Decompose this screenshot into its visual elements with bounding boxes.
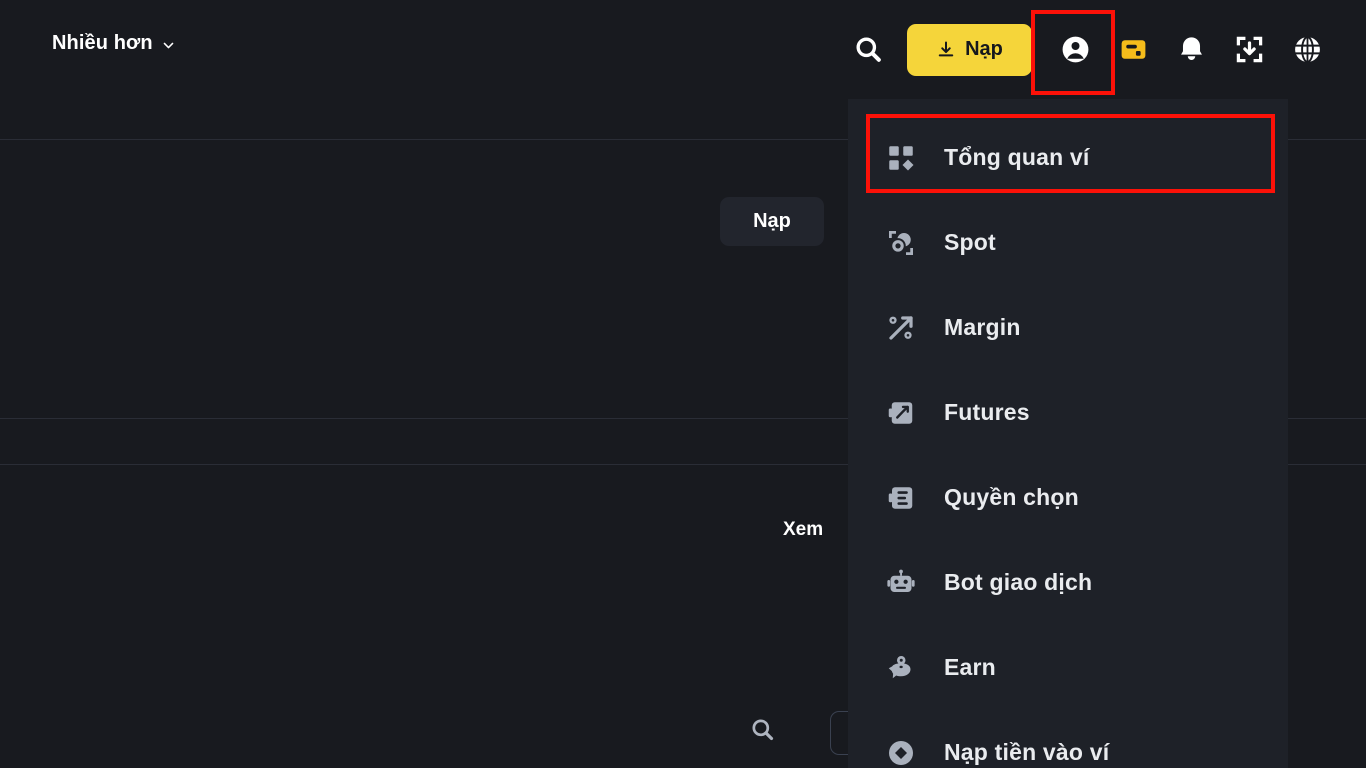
download-box-icon[interactable] [1220, 21, 1278, 79]
piggy-bank-icon [885, 652, 917, 684]
percent-arrow-icon [885, 312, 917, 344]
futures-chart-icon [885, 397, 917, 429]
top-navigation-bar: Nhiều hơn Nạp [0, 0, 1366, 99]
menu-item-label: Earn [944, 654, 996, 680]
menu-item-label: Nạp tiền vào ví [944, 739, 1110, 765]
search-icon[interactable] [839, 21, 897, 79]
download-icon [936, 40, 956, 60]
menu-item-label: Tổng quan ví [944, 144, 1090, 170]
menu-item-label: Bot giao dịch [944, 569, 1093, 595]
menu-item-spot[interactable]: Spot [848, 200, 1288, 285]
view-more-link[interactable]: Xem [783, 519, 823, 541]
deposit-button-label: Nạp [965, 38, 1003, 60]
app-root: Nạp Xem Số lượng Giá coin 0.00 Nhiều hơ [0, 0, 1366, 768]
grid-overview-icon [885, 142, 917, 174]
bell-icon[interactable] [1162, 21, 1220, 79]
user-circle-icon[interactable] [1046, 21, 1104, 79]
content-deposit-button[interactable]: Nạp [720, 197, 824, 246]
menu-item-label: Margin [944, 314, 1021, 340]
menu-item-earn[interactable]: Earn [848, 625, 1288, 710]
menu-item-label: Quyền chọn [944, 484, 1079, 510]
globe-icon[interactable] [1278, 21, 1336, 79]
menu-item-trading-bot[interactable]: Bot giao dịch [848, 540, 1288, 625]
menu-item-wallet-overview[interactable]: Tổng quan ví [848, 115, 1288, 200]
chevron-down-icon [162, 39, 175, 52]
spot-coins-icon [885, 227, 917, 259]
menu-item-deposit-to-wallet[interactable]: Nạp tiền vào ví [848, 710, 1288, 768]
menu-item-label: Futures [944, 399, 1030, 425]
menu-item-margin[interactable]: Margin [848, 285, 1288, 370]
wallet-icon[interactable] [1104, 21, 1162, 79]
menu-item-options[interactable]: Quyền chọn [848, 455, 1288, 540]
deposit-button[interactable]: Nạp [907, 23, 1032, 76]
nav-more-label: Nhiều hơn [52, 32, 153, 54]
options-e-icon [885, 482, 917, 514]
robot-icon [885, 567, 917, 599]
menu-item-futures[interactable]: Futures [848, 370, 1288, 455]
nav-more-menu[interactable]: Nhiều hơn [52, 32, 175, 55]
nav-actions: Nạp [839, 0, 1336, 99]
wallet-dropdown-menu: Tổng quan ví Spot Margin Futures Quyền c… [848, 99, 1288, 768]
table-search-icon[interactable] [749, 716, 776, 748]
menu-item-label: Spot [944, 229, 996, 255]
diamond-circle-icon [885, 737, 917, 768]
